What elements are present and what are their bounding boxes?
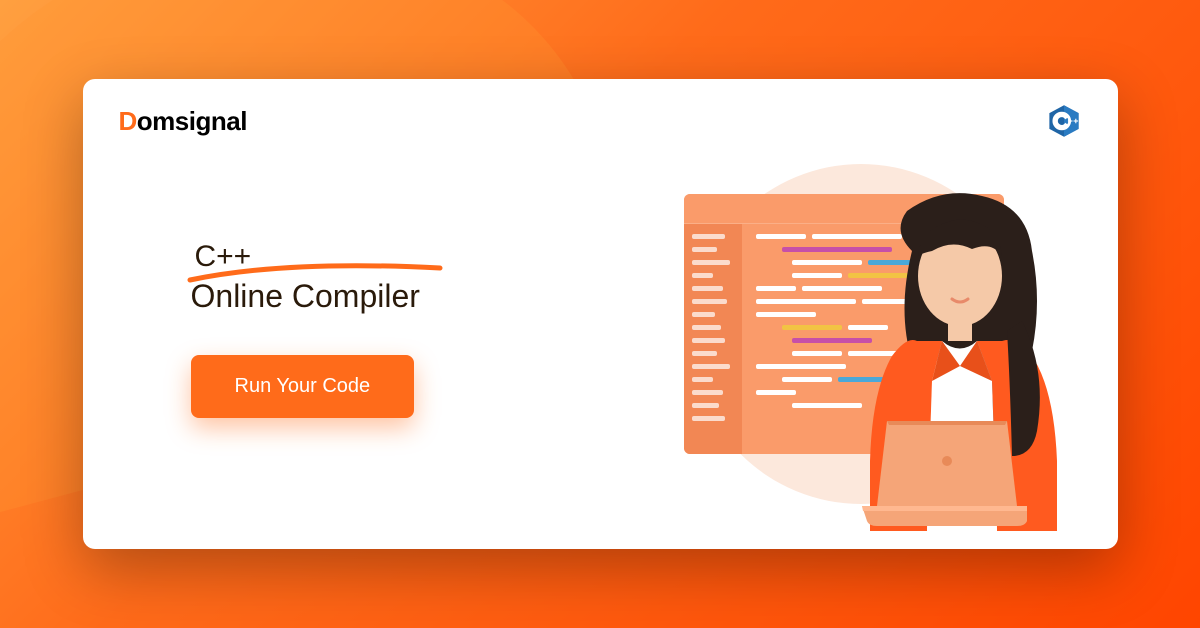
hero-text-area: C++ Online Compiler Run Your Code (119, 109, 637, 519)
brand-logo: Domsignal (119, 106, 247, 137)
title-group: C++ Online Compiler (191, 240, 637, 315)
run-code-button[interactable]: Run Your Code (191, 355, 415, 418)
developer-illustration (832, 181, 1102, 531)
laptop-icon (857, 421, 1027, 531)
brand-logo-text: omsignal (137, 106, 247, 136)
brand-logo-mark: D (119, 106, 137, 136)
hero-card: Domsignal C++ Online Compiler Run Your C… (83, 79, 1118, 549)
title-language: C++ (191, 240, 252, 274)
illustration-area (636, 109, 1082, 519)
ide-sidebar (684, 224, 742, 454)
